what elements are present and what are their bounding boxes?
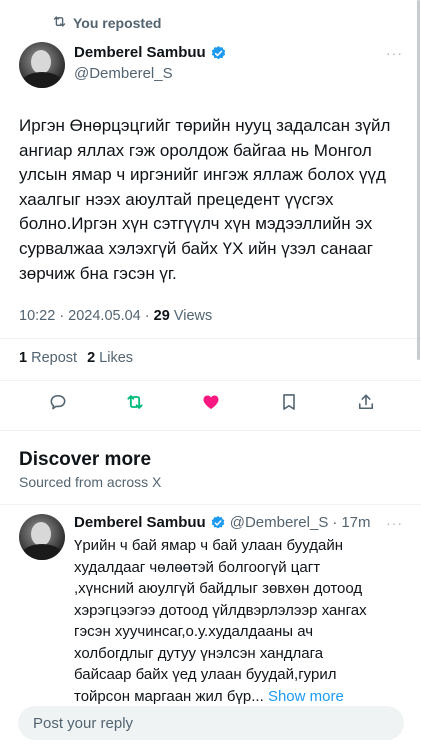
recommended-timestamp[interactable]: 17m: [341, 514, 370, 532]
heart-filled-icon[interactable]: [197, 388, 225, 416]
tweet-actions: [0, 388, 421, 418]
divider: [0, 338, 421, 339]
tweet-author: Demberel Sambuu @Demberel_S: [74, 44, 227, 84]
recommended-tweet-text: Үрийн ч бай ямар ч бай улаан буудайн худ…: [74, 537, 367, 705]
tweet-text: Иргэн Өнөрцэцгийг төрийн нууц задалсан з…: [19, 116, 391, 283]
reply-bar[interactable]: [18, 706, 404, 740]
reply-icon[interactable]: [44, 388, 72, 416]
share-icon[interactable]: [352, 388, 380, 416]
verified-badge-icon[interactable]: [210, 515, 226, 531]
views-count: 29: [153, 308, 170, 324]
reply-input[interactable]: [31, 713, 395, 733]
tweet-timestamp[interactable]: 10:22 · 2024.05.04 ·: [19, 308, 154, 324]
repost-icon[interactable]: [121, 388, 149, 416]
reposts-stat[interactable]: 1 Repost: [19, 350, 77, 366]
verified-badge-icon[interactable]: [210, 45, 227, 62]
discover-title: Discover more: [19, 449, 152, 470]
repost-icon: [52, 14, 67, 32]
more-options-icon[interactable]: ···: [386, 45, 403, 61]
recommended-author-name[interactable]: Demberel Sambuu: [74, 514, 206, 532]
separator-dot: ·: [332, 514, 338, 531]
author-name[interactable]: Demberel Sambuu: [74, 44, 206, 62]
repost-banner-label: You reposted: [73, 15, 162, 31]
views-label: Views: [173, 308, 213, 324]
recommended-avatar[interactable]: [19, 514, 65, 560]
bookmark-icon[interactable]: [275, 388, 303, 416]
author-handle[interactable]: @Demberel_S: [74, 64, 227, 84]
likes-stat[interactable]: 2 Likes: [87, 350, 133, 366]
recommended-author-handle[interactable]: @Demberel_S: [230, 514, 329, 532]
show-more-link[interactable]: Show more: [268, 688, 344, 705]
avatar[interactable]: [19, 42, 65, 88]
more-options-icon[interactable]: ···: [386, 515, 403, 531]
divider: [0, 430, 421, 431]
discover-subtitle: Sourced from across X: [19, 474, 162, 490]
tweet-meta: 10:22 · 2024.05.04 · 29 Views: [19, 308, 212, 324]
scrollbar[interactable]: [417, 0, 420, 360]
recommended-author-row: Demberel Sambuu @Demberel_S · 17m: [74, 514, 371, 532]
divider: [0, 380, 421, 381]
tweet-stats: 1 Repost 2 Likes: [19, 350, 133, 366]
repost-banner: You reposted: [52, 14, 161, 32]
divider: [0, 504, 421, 505]
